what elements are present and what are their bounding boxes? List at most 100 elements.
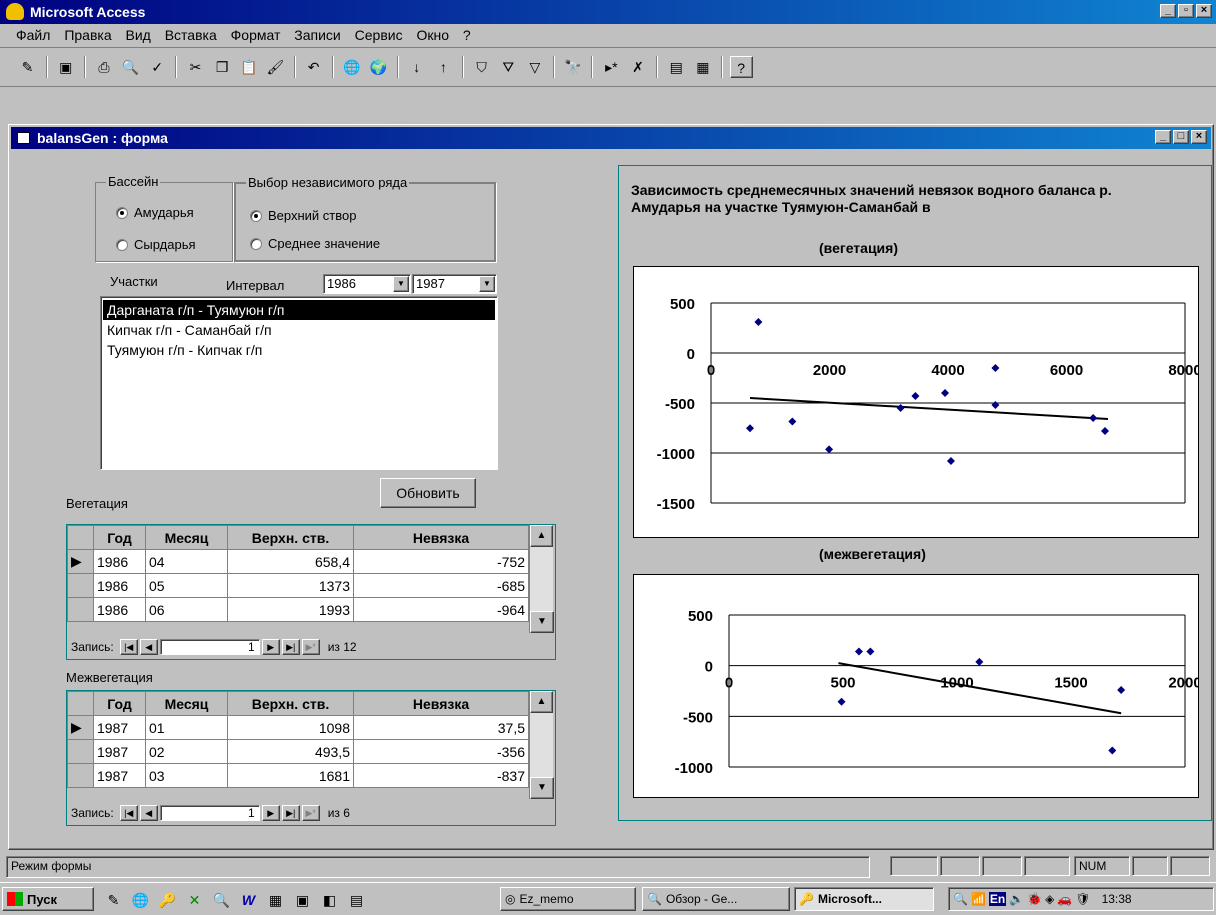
cell-year[interactable]: 1987 xyxy=(93,739,146,764)
tray-icon[interactable]: ◈ xyxy=(1045,892,1054,906)
cell-upper[interactable]: 1993 xyxy=(227,597,354,622)
cell-residual[interactable]: -685 xyxy=(353,573,529,598)
tray-icon[interactable]: 🚗 xyxy=(1057,892,1072,906)
row-selector[interactable] xyxy=(67,597,94,622)
row-selector[interactable] xyxy=(67,739,94,764)
record-number-field[interactable]: 1 xyxy=(159,805,260,821)
radio-amudarya[interactable]: Амударья xyxy=(116,205,194,220)
cell-residual[interactable]: -964 xyxy=(353,597,529,622)
new-object-icon[interactable]: ▦ xyxy=(691,56,714,78)
task-ez-memo[interactable]: ◎ Ez_memo xyxy=(500,887,636,911)
record-number-field[interactable]: 1 xyxy=(159,639,260,655)
quicklaunch-icon[interactable]: ▤ xyxy=(345,889,368,911)
cell-year[interactable]: 1986 xyxy=(93,597,146,622)
help-icon[interactable]: ? xyxy=(729,56,753,78)
cell-upper[interactable]: 1373 xyxy=(227,573,354,598)
cell-residual[interactable]: -752 xyxy=(353,549,529,574)
access-quicklaunch-icon[interactable]: 🔑 xyxy=(156,889,179,911)
menu-item-edit[interactable]: Правка xyxy=(64,27,111,43)
cell-month[interactable]: 03 xyxy=(145,763,228,788)
interval-to-select[interactable]: 1987 ▼ xyxy=(412,274,497,294)
cell-year[interactable]: 1987 xyxy=(93,715,146,740)
interval-from-select[interactable]: 1986 ▼ xyxy=(323,274,411,294)
tray-icon[interactable]: 🔍 xyxy=(953,892,968,906)
cell-upper[interactable]: 493,5 xyxy=(227,739,354,764)
next-record-icon[interactable]: ▶ xyxy=(261,639,280,655)
prev-record-icon[interactable]: ◀ xyxy=(139,805,158,821)
task-access[interactable]: 🔑 Microsoft... xyxy=(794,887,934,911)
first-record-icon[interactable]: |◀ xyxy=(119,805,138,821)
sort-descending-icon[interactable]: ↑ xyxy=(432,56,455,78)
tray-icon[interactable]: 🐞 xyxy=(1027,892,1042,906)
next-record-icon[interactable]: ▶ xyxy=(261,805,280,821)
quicklaunch-icon[interactable]: ▦ xyxy=(264,889,287,911)
table-row[interactable]: 1987 02 493,5 -356 xyxy=(67,739,529,764)
cell-month[interactable]: 04 xyxy=(145,549,228,574)
design-view-icon[interactable]: ✎ xyxy=(16,56,39,78)
new-record-nav-icon[interactable]: ▶* xyxy=(301,639,320,655)
last-record-icon[interactable]: ▶| xyxy=(281,639,300,655)
filter-by-selection-icon[interactable]: ⛉ xyxy=(470,56,493,78)
dropdown-arrow-icon[interactable]: ▼ xyxy=(479,276,495,292)
mezh-scrollbar[interactable]: ▲ ▼ xyxy=(529,691,554,799)
radio-mean-value[interactable]: Среднее значение xyxy=(250,236,380,251)
cut-icon[interactable]: ✂ xyxy=(184,56,207,78)
volume-icon[interactable]: 🔈 xyxy=(1009,892,1024,906)
start-button[interactable]: Пуск xyxy=(2,887,94,911)
radio-syrdarya[interactable]: Сырдарья xyxy=(116,237,196,252)
filter-by-form-icon[interactable]: ⛛ xyxy=(497,56,520,78)
cell-upper[interactable]: 658,4 xyxy=(227,549,354,574)
menu-item-records[interactable]: Записи xyxy=(294,27,340,43)
list-item[interactable]: Туямуюн г/п - Кипчак г/п xyxy=(103,340,495,360)
language-icon[interactable]: En xyxy=(988,892,1007,906)
delete-record-icon[interactable]: ✗ xyxy=(627,56,650,78)
scroll-up-icon[interactable]: ▲ xyxy=(530,525,553,547)
list-item[interactable]: Кипчак г/п - Саманбай г/п xyxy=(103,320,495,340)
menu-item-insert[interactable]: Вставка xyxy=(165,27,217,43)
menu-item-window[interactable]: Окно xyxy=(416,27,449,43)
print-preview-icon[interactable]: 🔍 xyxy=(119,56,142,78)
scroll-up-icon[interactable]: ▲ xyxy=(530,691,553,713)
minimize-icon[interactable]: _ xyxy=(1160,4,1176,18)
quicklaunch-icon[interactable]: 🔍 xyxy=(210,889,233,911)
menu-item-view[interactable]: Вид xyxy=(126,27,151,43)
form-maximize-icon[interactable]: □ xyxy=(1173,130,1189,144)
radio-upper-station[interactable]: Верхний створ xyxy=(250,208,356,223)
menu-item-tools[interactable]: Сервис xyxy=(355,27,403,43)
cell-year[interactable]: 1987 xyxy=(93,763,146,788)
veg-scrollbar[interactable]: ▲ ▼ xyxy=(529,525,554,633)
close-icon[interactable]: × xyxy=(1196,4,1212,18)
row-selector[interactable] xyxy=(67,573,94,598)
menu-item-help[interactable]: ? xyxy=(463,27,471,43)
row-selector[interactable] xyxy=(67,763,94,788)
spelling-icon[interactable]: ✓ xyxy=(146,56,169,78)
cell-residual[interactable]: -837 xyxy=(353,763,529,788)
row-pointer-icon[interactable]: ▶ xyxy=(67,715,94,740)
tray-icon[interactable]: 📶 xyxy=(971,892,986,906)
quicklaunch-icon[interactable]: ✎ xyxy=(102,889,125,911)
cell-month[interactable]: 01 xyxy=(145,715,228,740)
dropdown-arrow-icon[interactable]: ▼ xyxy=(393,276,409,292)
cell-residual[interactable]: 37,5 xyxy=(353,715,529,740)
first-record-icon[interactable]: |◀ xyxy=(119,639,138,655)
form-minimize-icon[interactable]: _ xyxy=(1155,130,1171,144)
word-quicklaunch-icon[interactable]: W xyxy=(237,889,260,911)
table-row[interactable]: ▶ 1987 01 1098 37,5 xyxy=(67,715,529,740)
format-painter-icon[interactable]: 🖌 xyxy=(264,56,287,78)
scroll-down-icon[interactable]: ▼ xyxy=(530,777,554,799)
cell-residual[interactable]: -356 xyxy=(353,739,529,764)
cell-month[interactable]: 02 xyxy=(145,739,228,764)
quicklaunch-icon[interactable]: ◧ xyxy=(318,889,341,911)
excel-quicklaunch-icon[interactable]: ✕ xyxy=(183,889,206,911)
form-close-icon[interactable]: × xyxy=(1191,130,1207,144)
find-icon[interactable]: 🔭 xyxy=(562,56,585,78)
insert-hyperlink-icon[interactable]: 🌐 xyxy=(340,56,363,78)
sections-listbox[interactable]: Дарганата г/п - Туямуюн г/п Кипчак г/п -… xyxy=(100,296,498,470)
copy-icon[interactable]: ❐ xyxy=(211,56,234,78)
quicklaunch-icon[interactable]: 🌐 xyxy=(129,889,152,911)
menu-item-format[interactable]: Формат xyxy=(231,27,281,43)
last-record-icon[interactable]: ▶| xyxy=(281,805,300,821)
task-explorer[interactable]: 🔍 Обзор - Ge... xyxy=(642,887,790,911)
scroll-down-icon[interactable]: ▼ xyxy=(530,611,554,633)
quicklaunch-icon[interactable]: ▣ xyxy=(291,889,314,911)
